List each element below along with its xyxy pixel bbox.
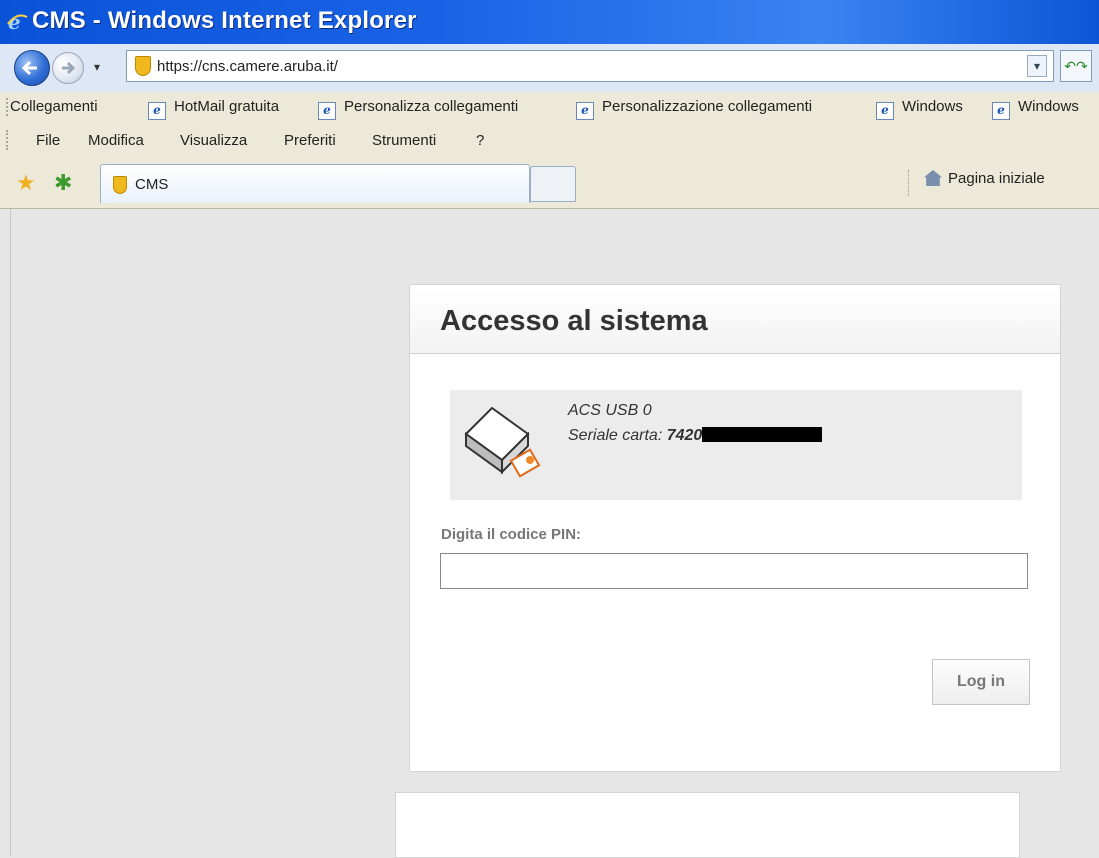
lower-panel xyxy=(395,792,1020,858)
reader-name: ACS USB 0 xyxy=(568,402,652,419)
card-serial-value: 7420 xyxy=(666,427,703,444)
pin-input[interactable] xyxy=(440,553,1028,589)
recent-pages-dropdown-icon[interactable]: ▾ xyxy=(94,60,100,74)
ie-page-icon: e xyxy=(876,102,894,120)
window-title: CMS - Windows Internet Explorer xyxy=(32,7,417,34)
card-serial: Seriale carta: 7420 xyxy=(568,427,823,445)
address-dropdown-icon[interactable]: ▾ xyxy=(1027,55,1047,77)
pin-label: Digita il codice PIN: xyxy=(441,526,582,543)
link-item[interactable]: e Personalizza collegamenti xyxy=(318,98,518,120)
ie-page-icon: e xyxy=(318,102,336,120)
tab-cms[interactable]: CMS xyxy=(100,164,530,203)
home-icon xyxy=(924,170,942,186)
login-header: Accesso al sistema xyxy=(410,285,1060,354)
menu-preferiti[interactable]: Preferiti xyxy=(284,132,336,149)
links-label: Collegamenti xyxy=(10,98,98,115)
address-bar[interactable]: https://cns.camere.aruba.it/ ▾ xyxy=(126,50,1054,82)
home-button[interactable]: Pagina iniziale xyxy=(924,170,1045,187)
login-button[interactable]: Log in xyxy=(932,659,1030,705)
menu-help[interactable]: ? xyxy=(476,132,484,149)
back-arrow-icon xyxy=(21,60,37,76)
links-bar: Collegamenti e HotMail gratuita e Personal… xyxy=(0,92,1099,122)
tab-bar: ★ ✱ CMS Pagina iniziale xyxy=(0,158,1099,209)
page-title: Accesso al sistema xyxy=(440,305,708,337)
tab-label: CMS xyxy=(135,176,169,193)
card-reader-info: ACS USB 0 Seriale carta: 7420 xyxy=(450,390,1022,500)
ie-page-icon: e xyxy=(992,102,1010,120)
address-url[interactable]: https://cns.camere.aruba.it/ xyxy=(157,58,338,75)
refresh-button[interactable]: ↶↷ xyxy=(1060,50,1092,82)
toolbar-separator xyxy=(908,170,909,196)
menu-strumenti[interactable]: Strumenti xyxy=(372,132,436,149)
back-button[interactable] xyxy=(14,50,50,86)
link-item[interactable]: e Windows xyxy=(992,98,1079,120)
address-toolbar: ▾ https://cns.camere.aruba.it/ ▾ ↶↷ xyxy=(0,44,1099,92)
forward-arrow-icon xyxy=(62,61,76,75)
ie-page-icon: e xyxy=(576,102,594,120)
favorites-star-icon[interactable]: ★ xyxy=(16,170,36,196)
card-reader-icon xyxy=(464,406,541,478)
menu-file[interactable]: File xyxy=(36,132,60,149)
new-tab-button[interactable] xyxy=(530,166,576,202)
window-titlebar: e CMS - Windows Internet Explorer xyxy=(0,0,1099,44)
ie-page-icon: e xyxy=(148,102,166,120)
add-favorites-icon[interactable]: ✱ xyxy=(54,170,72,196)
login-panel: Accesso al sistema ACS USB 0 Seriale car… xyxy=(409,284,1061,772)
link-item[interactable]: e Windows xyxy=(876,98,963,120)
toolbar-grip xyxy=(6,130,11,150)
menu-visualizza[interactable]: Visualizza xyxy=(180,132,247,149)
forward-button[interactable] xyxy=(52,52,84,84)
menu-modifica[interactable]: Modifica xyxy=(88,132,144,149)
refresh-icon: ↶↷ xyxy=(1064,58,1088,74)
menu-bar: File Modifica Visualizza Preferiti Strum… xyxy=(0,122,1099,158)
link-item[interactable]: e Personalizzazione collegamenti xyxy=(576,98,812,120)
redaction-bar xyxy=(702,427,823,442)
link-item[interactable]: e HotMail gratuita xyxy=(148,98,279,120)
ie-logo-icon: e xyxy=(7,10,28,32)
security-shield-icon xyxy=(113,176,127,194)
security-shield-icon xyxy=(135,56,151,76)
